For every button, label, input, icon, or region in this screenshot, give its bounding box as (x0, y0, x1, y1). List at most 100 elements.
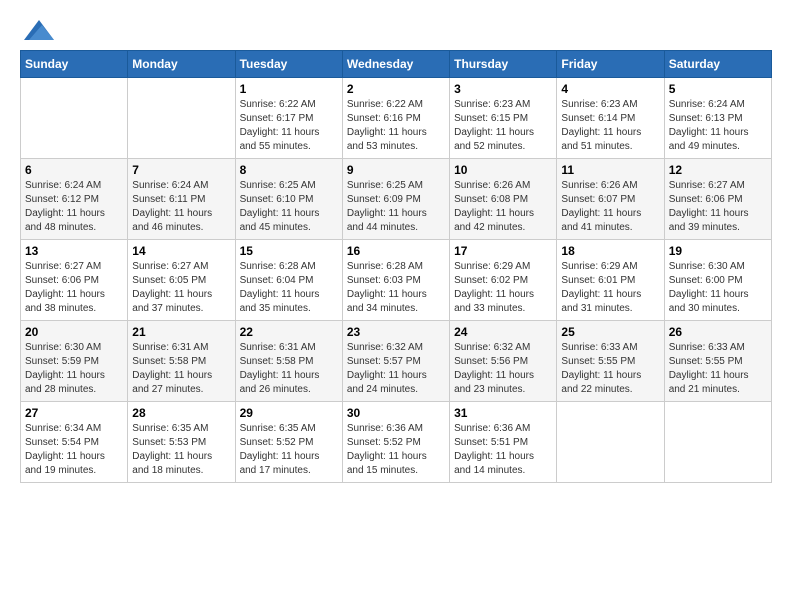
calendar-cell (128, 78, 235, 159)
calendar-cell: 3 Sunrise: 6:23 AM Sunset: 6:15 PM Daylig… (450, 78, 557, 159)
calendar-cell: 15 Sunrise: 6:28 AM Sunset: 6:04 PM Dayli… (235, 240, 342, 321)
day-info: Sunrise: 6:36 AM Sunset: 5:51 PM Dayligh… (454, 422, 552, 478)
day-number: 31 (454, 406, 552, 420)
day-info: Sunrise: 6:35 AM Sunset: 5:52 PM Dayligh… (240, 422, 338, 478)
day-info: Sunrise: 6:36 AM Sunset: 5:52 PM Dayligh… (347, 422, 445, 478)
day-number: 15 (240, 244, 338, 258)
calendar-cell (21, 78, 128, 159)
day-number: 28 (132, 406, 230, 420)
day-number: 14 (132, 244, 230, 258)
day-info: Sunrise: 6:26 AM Sunset: 6:08 PM Dayligh… (454, 179, 552, 235)
page-header (20, 20, 772, 40)
calendar-cell: 23 Sunrise: 6:32 AM Sunset: 5:57 PM Dayli… (342, 321, 449, 402)
calendar-week-row: 13 Sunrise: 6:27 AM Sunset: 6:06 PM Dayli… (21, 240, 772, 321)
day-info: Sunrise: 6:22 AM Sunset: 6:16 PM Dayligh… (347, 98, 445, 154)
day-number: 11 (561, 163, 659, 177)
calendar-week-row: 6 Sunrise: 6:24 AM Sunset: 6:12 PM Daylig… (21, 159, 772, 240)
day-number: 1 (240, 82, 338, 96)
day-number: 24 (454, 325, 552, 339)
day-info: Sunrise: 6:22 AM Sunset: 6:17 PM Dayligh… (240, 98, 338, 154)
day-number: 2 (347, 82, 445, 96)
day-number: 20 (25, 325, 123, 339)
day-info: Sunrise: 6:35 AM Sunset: 5:53 PM Dayligh… (132, 422, 230, 478)
calendar-cell: 7 Sunrise: 6:24 AM Sunset: 6:11 PM Daylig… (128, 159, 235, 240)
calendar-cell: 21Sunrise: 6:31 AM Sunset: 5:58 PM Dayli… (128, 321, 235, 402)
calendar-day-header: Monday (128, 51, 235, 78)
day-info: Sunrise: 6:29 AM Sunset: 6:02 PM Dayligh… (454, 260, 552, 316)
calendar-cell: 10 Sunrise: 6:26 AM Sunset: 6:08 PM Dayli… (450, 159, 557, 240)
calendar-cell: 5Sunrise: 6:24 AM Sunset: 6:13 PM Daylig… (664, 78, 771, 159)
calendar-cell: 1 Sunrise: 6:22 AM Sunset: 6:17 PM Daylig… (235, 78, 342, 159)
day-number: 29 (240, 406, 338, 420)
calendar-cell: 24 Sunrise: 6:32 AM Sunset: 5:56 PM Dayli… (450, 321, 557, 402)
calendar-week-row: 20 Sunrise: 6:30 AM Sunset: 5:59 PM Dayli… (21, 321, 772, 402)
day-info: Sunrise: 6:32 AM Sunset: 5:56 PM Dayligh… (454, 341, 552, 397)
day-number: 17 (454, 244, 552, 258)
day-number: 12 (669, 163, 767, 177)
calendar-day-header: Tuesday (235, 51, 342, 78)
day-info: Sunrise: 6:27 AM Sunset: 6:05 PM Dayligh… (132, 260, 230, 316)
calendar-cell: 28 Sunrise: 6:35 AM Sunset: 5:53 PM Dayli… (128, 402, 235, 483)
day-number: 4 (561, 82, 659, 96)
day-info: Sunrise: 6:28 AM Sunset: 6:03 PM Dayligh… (347, 260, 445, 316)
day-info: Sunrise: 6:24 AM Sunset: 6:11 PM Dayligh… (132, 179, 230, 235)
day-number: 10 (454, 163, 552, 177)
calendar-cell: 29 Sunrise: 6:35 AM Sunset: 5:52 PM Dayli… (235, 402, 342, 483)
calendar-cell: 2 Sunrise: 6:22 AM Sunset: 6:16 PM Daylig… (342, 78, 449, 159)
calendar-day-header: Thursday (450, 51, 557, 78)
day-info: Sunrise: 6:23 AM Sunset: 6:14 PM Dayligh… (561, 98, 659, 154)
day-info: Sunrise: 6:25 AM Sunset: 6:10 PM Dayligh… (240, 179, 338, 235)
calendar-table: SundayMondayTuesdayWednesdayThursdayFrid… (20, 50, 772, 483)
day-info: Sunrise: 6:25 AM Sunset: 6:09 PM Dayligh… (347, 179, 445, 235)
calendar-week-row: 1 Sunrise: 6:22 AM Sunset: 6:17 PM Daylig… (21, 78, 772, 159)
day-info: Sunrise: 6:27 AM Sunset: 6:06 PM Dayligh… (669, 179, 767, 235)
day-number: 23 (347, 325, 445, 339)
calendar-cell: 9 Sunrise: 6:25 AM Sunset: 6:09 PM Daylig… (342, 159, 449, 240)
day-number: 9 (347, 163, 445, 177)
day-number: 18 (561, 244, 659, 258)
calendar-cell: 25Sunrise: 6:33 AM Sunset: 5:55 PM Dayli… (557, 321, 664, 402)
day-info: Sunrise: 6:33 AM Sunset: 5:55 PM Dayligh… (561, 341, 659, 397)
calendar-cell: 6 Sunrise: 6:24 AM Sunset: 6:12 PM Daylig… (21, 159, 128, 240)
logo (20, 20, 54, 40)
calendar-cell: 4 Sunrise: 6:23 AM Sunset: 6:14 PM Daylig… (557, 78, 664, 159)
calendar-cell: 18 Sunrise: 6:29 AM Sunset: 6:01 PM Dayli… (557, 240, 664, 321)
day-info: Sunrise: 6:28 AM Sunset: 6:04 PM Dayligh… (240, 260, 338, 316)
calendar-cell: 31 Sunrise: 6:36 AM Sunset: 5:51 PM Dayli… (450, 402, 557, 483)
calendar-week-row: 27Sunrise: 6:34 AM Sunset: 5:54 PM Dayli… (21, 402, 772, 483)
calendar-cell: 30Sunrise: 6:36 AM Sunset: 5:52 PM Dayli… (342, 402, 449, 483)
day-number: 7 (132, 163, 230, 177)
day-info: Sunrise: 6:33 AM Sunset: 5:55 PM Dayligh… (669, 341, 767, 397)
calendar-cell: 26 Sunrise: 6:33 AM Sunset: 5:55 PM Dayli… (664, 321, 771, 402)
day-number: 22 (240, 325, 338, 339)
calendar-cell: 14 Sunrise: 6:27 AM Sunset: 6:05 PM Dayli… (128, 240, 235, 321)
calendar-header-row: SundayMondayTuesdayWednesdayThursdayFrid… (21, 51, 772, 78)
calendar-cell: 22Sunrise: 6:31 AM Sunset: 5:58 PM Dayli… (235, 321, 342, 402)
day-info: Sunrise: 6:30 AM Sunset: 6:00 PM Dayligh… (669, 260, 767, 316)
calendar-cell: 12 Sunrise: 6:27 AM Sunset: 6:06 PM Dayli… (664, 159, 771, 240)
day-info: Sunrise: 6:24 AM Sunset: 6:12 PM Dayligh… (25, 179, 123, 235)
calendar-day-header: Wednesday (342, 51, 449, 78)
calendar-day-header: Saturday (664, 51, 771, 78)
day-info: Sunrise: 6:32 AM Sunset: 5:57 PM Dayligh… (347, 341, 445, 397)
day-info: Sunrise: 6:27 AM Sunset: 6:06 PM Dayligh… (25, 260, 123, 316)
calendar-cell: 27Sunrise: 6:34 AM Sunset: 5:54 PM Dayli… (21, 402, 128, 483)
day-number: 3 (454, 82, 552, 96)
day-number: 26 (669, 325, 767, 339)
calendar-cell (664, 402, 771, 483)
day-info: Sunrise: 6:29 AM Sunset: 6:01 PM Dayligh… (561, 260, 659, 316)
calendar-cell: 16 Sunrise: 6:28 AM Sunset: 6:03 PM Dayli… (342, 240, 449, 321)
day-number: 16 (347, 244, 445, 258)
calendar-cell: 13 Sunrise: 6:27 AM Sunset: 6:06 PM Dayli… (21, 240, 128, 321)
day-info: Sunrise: 6:30 AM Sunset: 5:59 PM Dayligh… (25, 341, 123, 397)
day-number: 13 (25, 244, 123, 258)
calendar-cell: 11Sunrise: 6:26 AM Sunset: 6:07 PM Dayli… (557, 159, 664, 240)
day-info: Sunrise: 6:23 AM Sunset: 6:15 PM Dayligh… (454, 98, 552, 154)
calendar-day-header: Sunday (21, 51, 128, 78)
day-number: 8 (240, 163, 338, 177)
calendar-cell: 8 Sunrise: 6:25 AM Sunset: 6:10 PM Daylig… (235, 159, 342, 240)
day-number: 6 (25, 163, 123, 177)
calendar-cell: 17 Sunrise: 6:29 AM Sunset: 6:02 PM Dayli… (450, 240, 557, 321)
day-number: 19 (669, 244, 767, 258)
day-info: Sunrise: 6:34 AM Sunset: 5:54 PM Dayligh… (25, 422, 123, 478)
